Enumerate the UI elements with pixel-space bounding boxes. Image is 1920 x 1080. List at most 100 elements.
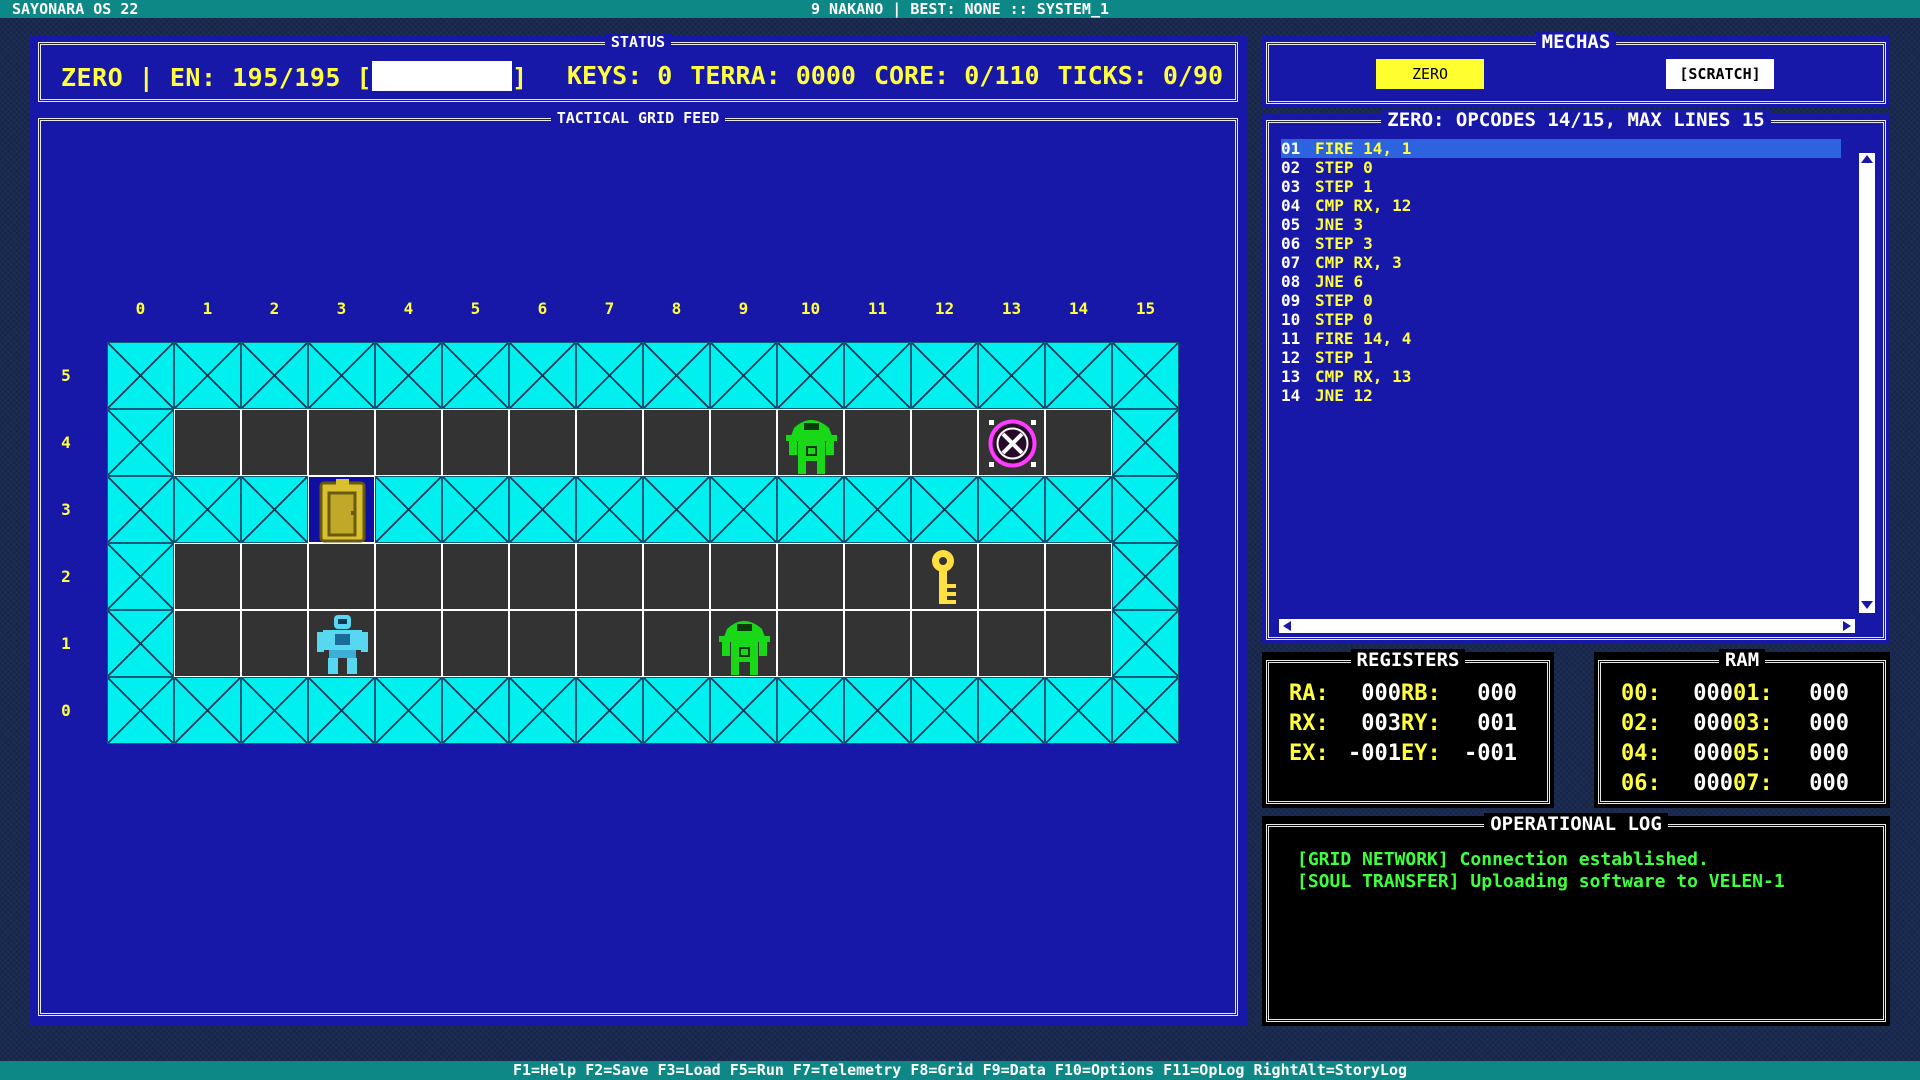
floor-cell xyxy=(844,409,911,476)
floor-cell xyxy=(911,610,978,677)
wall-cell xyxy=(509,476,576,543)
floor-cell xyxy=(710,409,777,476)
code-line[interactable]: 09 STEP 0 xyxy=(1281,291,1841,310)
wall-cell xyxy=(576,342,643,409)
ram-label: 03: xyxy=(1733,711,1773,736)
opcode-text: STEP 1 xyxy=(1315,348,1373,367)
ram-row: 00: 00001: 000 xyxy=(1621,681,1849,706)
wall-cell xyxy=(241,677,308,744)
mecha-scratch-button[interactable]: [SCRATCH] xyxy=(1666,59,1774,89)
floor-cell xyxy=(1045,610,1112,677)
code-line[interactable]: 03 STEP 1 xyxy=(1281,177,1841,196)
mecha-zero-button[interactable]: ZERO xyxy=(1376,59,1484,89)
code-line[interactable]: 11 FIRE 14, 4 xyxy=(1281,329,1841,348)
grid-row-label: 5 xyxy=(61,366,71,385)
scroll-left-icon[interactable] xyxy=(1283,621,1291,631)
floor-cell xyxy=(978,409,1045,476)
enemy-robot-icon xyxy=(711,611,778,678)
grid-col-label: 10 xyxy=(800,299,821,318)
floor-cell xyxy=(308,543,375,610)
floor-cell xyxy=(174,543,241,610)
floor-cell xyxy=(911,409,978,476)
grid-col-label: 7 xyxy=(604,299,615,318)
registers-label: RX: xyxy=(1289,711,1329,736)
floor-cell xyxy=(442,610,509,677)
floor-cell xyxy=(1045,543,1112,610)
wall-cell xyxy=(241,342,308,409)
grid-row-label: 3 xyxy=(61,500,71,519)
floor-cell xyxy=(174,610,241,677)
floor-cell xyxy=(777,610,844,677)
log-line: [GRID NETWORK] Connection established. xyxy=(1297,849,1709,870)
wall-cell xyxy=(844,677,911,744)
wall-cell xyxy=(643,677,710,744)
line-number: 14 xyxy=(1281,386,1301,405)
code-line[interactable]: 06 STEP 3 xyxy=(1281,234,1841,253)
wall-cell xyxy=(107,543,174,610)
line-number: 13 xyxy=(1281,367,1301,386)
line-number: 02 xyxy=(1281,158,1301,177)
floor-cell xyxy=(576,543,643,610)
floor-cell xyxy=(576,409,643,476)
registers-row: EX: -001EY: -001 xyxy=(1289,741,1517,766)
code-line[interactable]: 10 STEP 0 xyxy=(1281,310,1841,329)
code-line[interactable]: 14 JNE 12 xyxy=(1281,386,1841,405)
vertical-scrollbar[interactable] xyxy=(1859,153,1875,613)
code-line[interactable]: 07 CMP RX, 3 xyxy=(1281,253,1841,272)
registers-label: EY: xyxy=(1401,741,1441,766)
code-line[interactable]: 02 STEP 0 xyxy=(1281,158,1841,177)
opcode-text: FIRE 14, 4 xyxy=(1315,329,1412,348)
code-line[interactable]: 04 CMP RX, 12 xyxy=(1281,196,1841,215)
scroll-down-icon[interactable] xyxy=(1861,601,1873,609)
floor-cell xyxy=(241,610,308,677)
registers-frame: REGISTERS RA: 000RB: 000 RX: 003RY: 001 EX: -00… xyxy=(1266,649,1550,804)
floor-cell xyxy=(710,543,777,610)
ticks-count: TICKS: 0/90 xyxy=(1057,61,1224,90)
floor-cell xyxy=(241,409,308,476)
wall-cell xyxy=(643,476,710,543)
code-line[interactable]: 13 CMP RX, 13 xyxy=(1281,367,1841,386)
wall-cell xyxy=(442,476,509,543)
code-line[interactable]: 08 JNE 6 xyxy=(1281,272,1841,291)
ram-row: 02: 00003: 000 xyxy=(1621,711,1849,736)
ram-label: 01: xyxy=(1733,681,1773,706)
grid-col-label: 1 xyxy=(202,299,213,318)
registers-row: RA: 000RB: 000 xyxy=(1289,681,1517,706)
floor-cell xyxy=(308,610,375,677)
line-number: 06 xyxy=(1281,234,1301,253)
grid-row-label: 4 xyxy=(61,433,71,452)
grid-col-label: 11 xyxy=(867,299,888,318)
code-line[interactable]: 05 JNE 3 xyxy=(1281,215,1841,234)
wall-cell xyxy=(576,677,643,744)
wall-cell xyxy=(375,677,442,744)
floor-cell xyxy=(1045,409,1112,476)
wall-cell xyxy=(174,476,241,543)
session-info: 9 NAKANO | BEST: NONE :: SYSTEM_1 xyxy=(810,0,1109,18)
scroll-up-icon[interactable] xyxy=(1861,155,1873,163)
enemy-robot-icon xyxy=(778,410,845,477)
log-line: [SOUL TRANSFER] Uploading software to VE… xyxy=(1297,871,1785,892)
scroll-right-icon[interactable] xyxy=(1843,621,1851,631)
wall-cell xyxy=(777,476,844,543)
wall-cell xyxy=(978,677,1045,744)
line-number: 10 xyxy=(1281,310,1301,329)
ram-label: 02: xyxy=(1621,711,1661,736)
horizontal-scrollbar[interactable] xyxy=(1279,619,1855,633)
code-line[interactable]: 01 FIRE 14, 1 xyxy=(1281,139,1841,158)
wall-cell xyxy=(375,476,442,543)
wall-cell xyxy=(107,342,174,409)
door-cell xyxy=(308,476,375,543)
floor-cell xyxy=(375,610,442,677)
opcode-text: STEP 0 xyxy=(1315,158,1373,177)
opcode-list[interactable]: 01 FIRE 14, 1 02 STEP 0 03 STEP 1 04 CMP RX, 12… xyxy=(1281,139,1841,405)
floor-cell xyxy=(509,543,576,610)
wall-cell xyxy=(643,342,710,409)
ram-title: RAM xyxy=(1718,649,1766,671)
floor-cell xyxy=(643,409,710,476)
wall-cell xyxy=(1112,409,1179,476)
line-number: 07 xyxy=(1281,253,1301,272)
code-line[interactable]: 12 STEP 1 xyxy=(1281,348,1841,367)
opcode-text: CMP RX, 3 xyxy=(1315,253,1402,272)
wall-cell xyxy=(509,342,576,409)
grid-col-label: 5 xyxy=(470,299,481,318)
